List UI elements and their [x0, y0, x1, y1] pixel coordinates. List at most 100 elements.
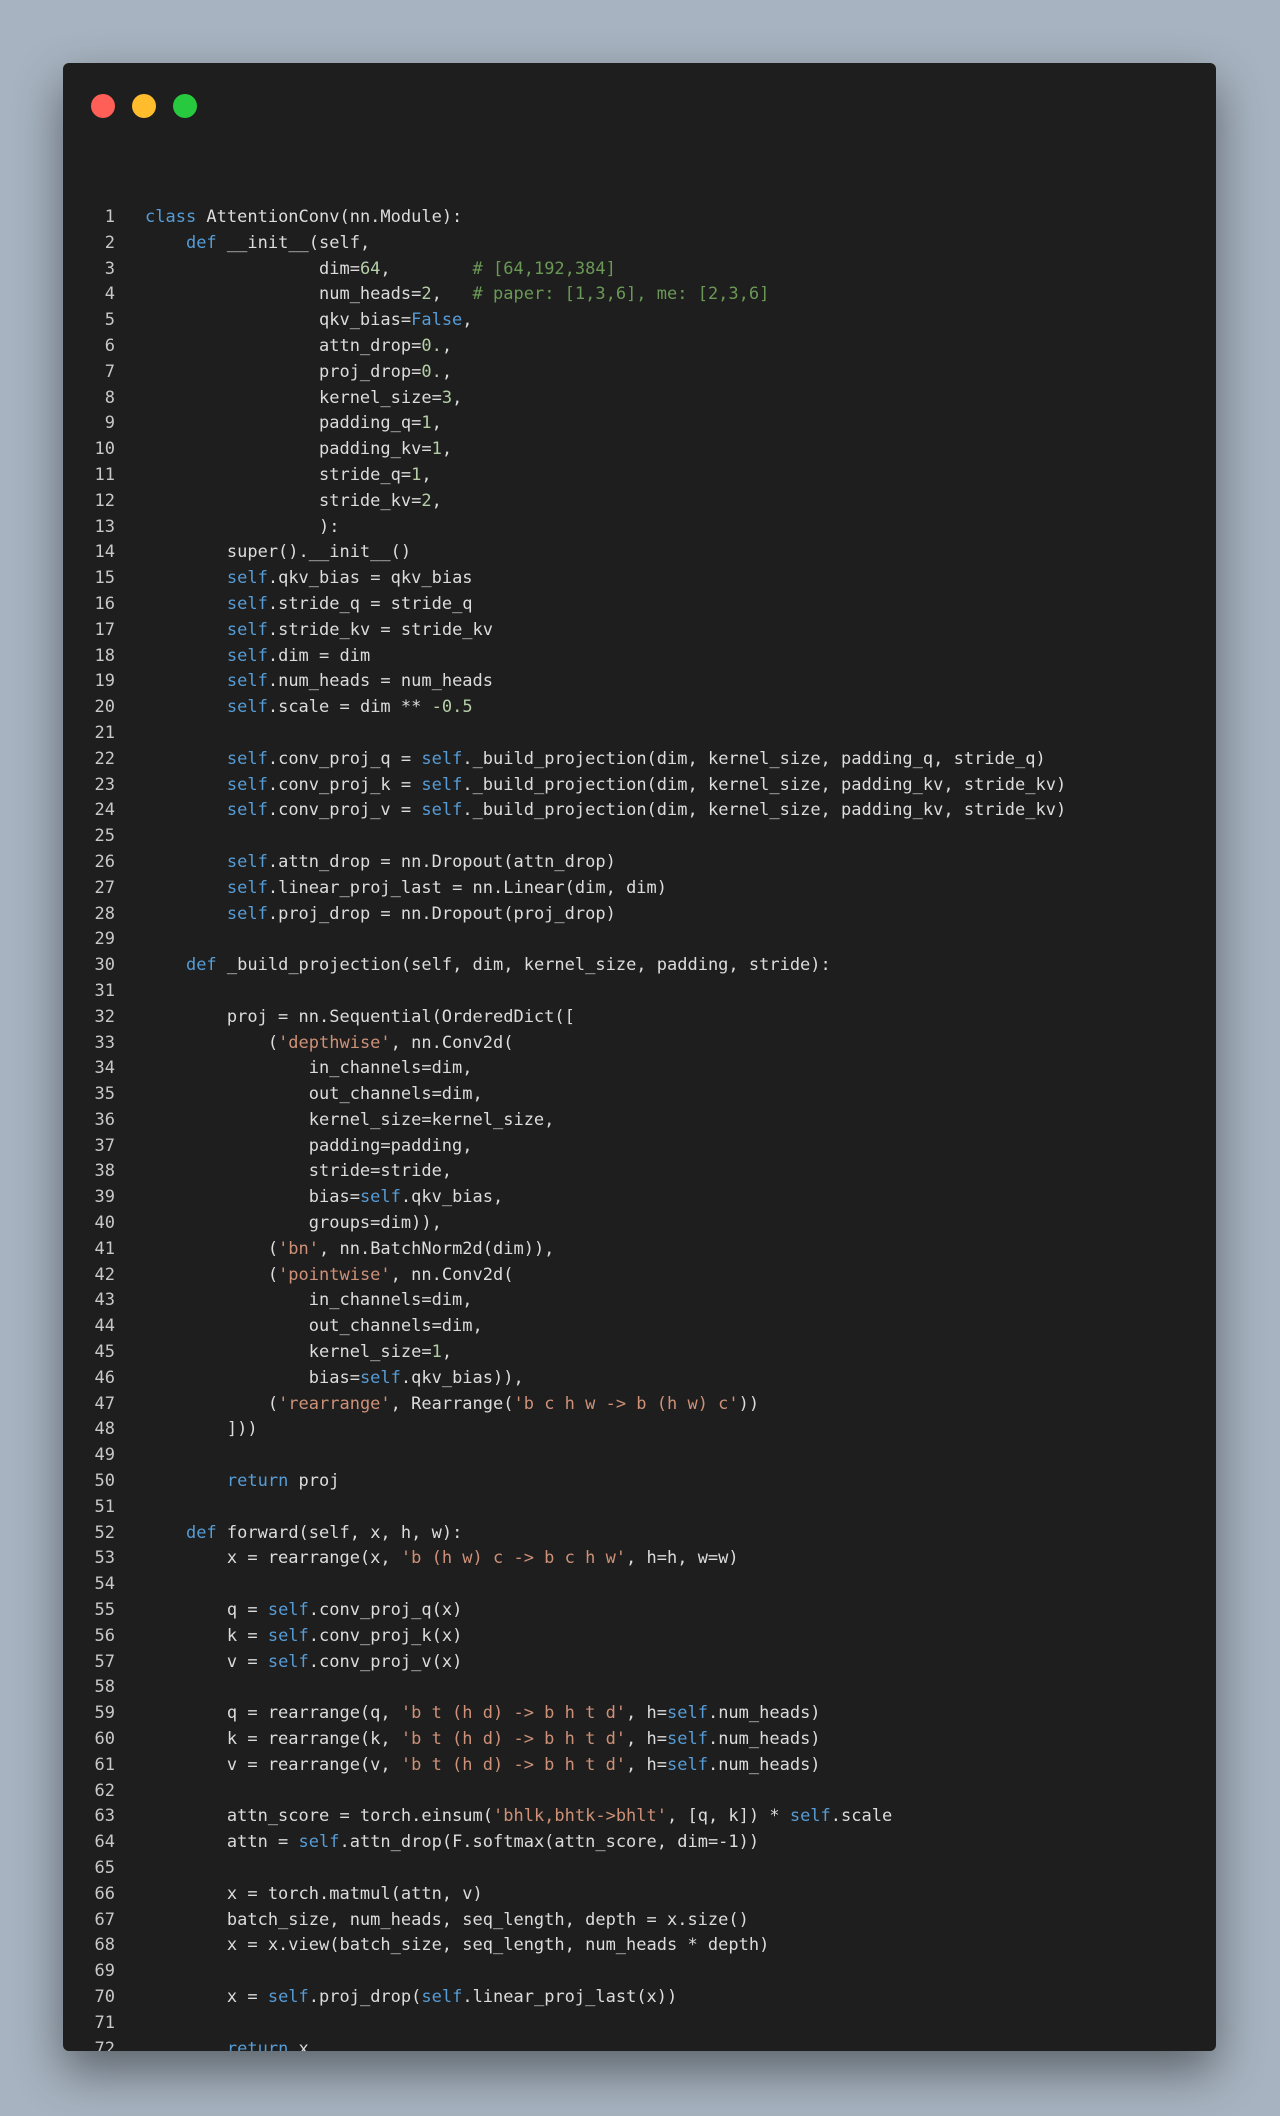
line-number: 46: [94, 1367, 115, 1388]
code-token: self: [267, 1986, 309, 2007]
code-line: 70 x = self.proj_drop(self.linear_proj_l…: [63, 1985, 1216, 2011]
line-number: 66: [94, 1883, 115, 1904]
code-text: return x: [145, 2037, 309, 2051]
code-token: .conv_proj_q =: [267, 748, 422, 769]
line-number: 3: [104, 258, 115, 279]
code-line: 51: [63, 1495, 1216, 1521]
code-line: 42 ('pointwise', nn.Conv2d(: [63, 1263, 1216, 1289]
code-token: x = torch.matmul(attn, v): [145, 1883, 483, 1904]
code-token: self: [226, 671, 268, 692]
code-line: 39 bias=self.qkv_bias,: [63, 1185, 1216, 1211]
code-token: .proj_drop = nn.Dropout(proj_drop): [267, 903, 616, 924]
code-token: ])): [145, 1419, 258, 1440]
code-line: 58: [63, 1675, 1216, 1701]
line-number: 1: [104, 207, 115, 227]
code-text: self.stride_q = stride_q: [145, 592, 473, 618]
code-token: 1: [411, 464, 422, 485]
code-token: x = rearrange(x,: [145, 1548, 401, 1569]
line-number: 48: [94, 1419, 115, 1440]
code-line: 29: [63, 927, 1216, 953]
code-token: in_channels=dim,: [145, 1290, 473, 1311]
code-line: 46 bias=self.qkv_bias)),: [63, 1366, 1216, 1392]
line-number: 12: [94, 490, 115, 511]
line-number: 69: [94, 1961, 115, 1982]
code-text: x = self.proj_drop(self.linear_proj_last…: [145, 1985, 677, 2011]
code-text: padding=padding,: [145, 1134, 473, 1160]
window-titlebar: [63, 63, 1216, 143]
code-line: 5 qkv_bias=False,: [63, 308, 1216, 334]
code-token: self: [226, 619, 268, 640]
code-line: 71: [63, 2011, 1216, 2037]
code-text: v = self.conv_proj_v(x): [145, 1650, 462, 1676]
code-text: return proj: [145, 1469, 340, 1495]
code-line: 16 self.stride_q = stride_q: [63, 592, 1216, 618]
line-number: 53: [94, 1548, 115, 1569]
code-line: 40 groups=dim)),: [63, 1211, 1216, 1237]
code-line: 54: [63, 1572, 1216, 1598]
code-token: attn_drop=: [145, 335, 422, 356]
code-text: class AttentionConv(nn.Module):: [145, 205, 462, 231]
code-token: AttentionConv(nn.Module):: [196, 207, 463, 227]
line-number: 28: [94, 903, 115, 924]
line-number: 35: [94, 1084, 115, 1105]
code-text: ('rearrange', Rearrange('b c h w -> b (h…: [145, 1392, 759, 1418]
line-number: 60: [94, 1729, 115, 1750]
code-token: .attn_drop(F.softmax(attn_score, dim=-1)…: [339, 1832, 760, 1853]
code-token: def: [185, 1522, 217, 1543]
code-text: self.num_heads = num_heads: [145, 669, 493, 695]
line-number: 54: [94, 1574, 115, 1595]
code-token: (: [145, 1264, 279, 1285]
line-number: 27: [94, 877, 115, 898]
code-line: 55 q = self.conv_proj_q(x): [63, 1598, 1216, 1624]
line-number: 64: [94, 1832, 115, 1853]
code-token: self: [267, 1625, 309, 1646]
code-line: 72 return x: [63, 2037, 1216, 2051]
code-line: 8 kernel_size=3,: [63, 386, 1216, 412]
code-text: in_channels=dim,: [145, 1056, 473, 1082]
code-text: v = rearrange(v, 'b t (h d) -> b h t d',…: [145, 1753, 821, 1779]
code-text: stride_kv=2,: [145, 489, 442, 515]
code-token: ._build_projection(dim, kernel_size, pad…: [462, 774, 1067, 795]
code-token: out_channels=dim,: [145, 1084, 483, 1105]
code-text: self.proj_drop = nn.Dropout(proj_drop): [145, 902, 616, 928]
maximize-window-button[interactable]: [173, 94, 197, 118]
line-number: 45: [94, 1342, 115, 1363]
close-window-button[interactable]: [91, 94, 115, 118]
code-token: bias=: [145, 1187, 360, 1208]
code-token: class: [145, 207, 197, 227]
code-token: 1: [431, 439, 442, 460]
line-number: 40: [94, 1213, 115, 1234]
line-number: 4: [104, 284, 115, 305]
code-token: k = rearrange(k,: [145, 1729, 401, 1750]
code-block: 1 class AttentionConv(nn.Module): 2 def __…: [63, 205, 1216, 2051]
line-number: 23: [94, 774, 115, 795]
line-number: 38: [94, 1161, 115, 1182]
code-token: (: [145, 1393, 279, 1414]
line-number: 17: [94, 619, 115, 640]
code-text: self.attn_drop = nn.Dropout(attn_drop): [145, 850, 616, 876]
code-token: kernel_size=kernel_size,: [145, 1109, 555, 1130]
line-number: 43: [94, 1290, 115, 1311]
code-text: self.conv_proj_k = self._build_projectio…: [145, 773, 1066, 799]
code-token: .attn_drop = nn.Dropout(attn_drop): [267, 851, 616, 872]
code-token: .linear_proj_last(x)): [462, 1986, 678, 2007]
minimize-window-button[interactable]: [132, 94, 156, 118]
code-token: bias=: [145, 1367, 360, 1388]
code-line: 2 def __init__(self,: [63, 231, 1216, 257]
code-token: kernel_size=: [145, 1342, 432, 1363]
code-token: self: [267, 1600, 309, 1621]
code-token: stride_kv=: [145, 490, 422, 511]
code-token: self: [267, 1651, 309, 1672]
code-token: ,: [441, 439, 453, 460]
code-token: stride_q=: [145, 464, 412, 485]
code-token: padding_kv=: [145, 439, 432, 460]
code-text: num_heads=2, # paper: [1,3,6], me: [2,3,…: [145, 282, 769, 308]
code-token: _build_projection(self, dim, kernel_size…: [216, 955, 831, 976]
line-number: 15: [94, 568, 115, 589]
code-token: proj_drop=: [145, 361, 422, 382]
code-line: 20 self.scale = dim ** -0.5: [63, 695, 1216, 721]
code-line: 9 padding_q=1,: [63, 411, 1216, 437]
